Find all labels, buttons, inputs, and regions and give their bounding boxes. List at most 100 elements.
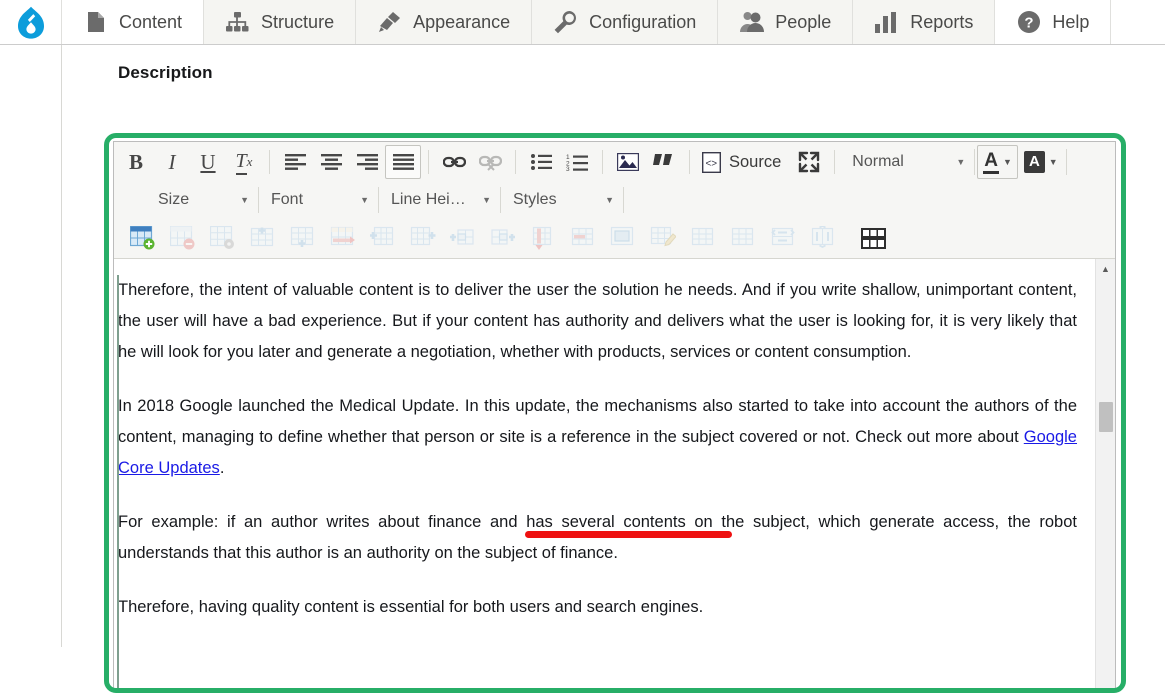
remove-format-button[interactable]: Tx [226,145,262,179]
chevron-down-icon: ▼ [956,157,966,167]
toolbar-divider [974,149,976,175]
toolbar-item-content[interactable]: Content [62,0,205,44]
toolbar-item-label: Appearance [413,11,511,32]
toolbar-divider [500,187,501,213]
table-grid-button[interactable] [854,221,892,255]
toolbar-spacer [1111,0,1165,44]
line-height-value: Line Hei… [391,191,466,208]
toolbar-item-structure[interactable]: Structure [204,0,357,44]
help-circle-icon: ? [1016,10,1041,35]
paragraph-format-select[interactable]: Normal ▼ [842,147,972,177]
toolbar-divider [834,150,836,174]
toolbar-item-appearance[interactable]: Appearance [356,0,533,44]
chevron-down-icon: ▼ [1003,157,1012,167]
ckeditor-editable-area[interactable]: Therefore, the intent of valuable conten… [114,259,1115,691]
editor-scrollbar[interactable]: ▲ [1095,259,1115,691]
chevron-down-icon: ▼ [482,195,491,205]
insert-column-right-button[interactable] [404,221,442,255]
split-cell-horizontally-button[interactable] [764,221,802,255]
page-title: Description [118,63,213,82]
delete-row-button[interactable] [324,221,362,255]
ckeditor: B I U Tx 1 2 3 <> Source Normal ▼ A ▼ A … [113,141,1116,692]
edit-cell-button[interactable] [644,221,682,255]
background-color-button[interactable]: A ▼ [1018,145,1064,179]
justify-button[interactable] [385,145,421,179]
delete-column-button[interactable] [524,221,562,255]
admin-toolbar: Content Structure Appearance Configurati… [0,0,1165,45]
numbered-list-button[interactable]: 123 [559,145,595,179]
text-cursor [117,275,119,691]
toolbar-divider [689,150,690,174]
toolbar-divider [1065,149,1067,175]
red-underline-annotation [525,531,732,538]
toolbar-item-help[interactable]: ? Help [995,0,1112,44]
insert-cell-after-button[interactable] [484,221,522,255]
left-rail [0,45,62,647]
insert-row-above-button[interactable] [244,221,282,255]
unlink-button[interactable] [472,145,508,179]
delete-table-button[interactable] [164,221,202,255]
scrollbar-thumb[interactable] [1099,402,1113,432]
bar-chart-icon [874,10,899,35]
styles-value: Styles [513,191,557,208]
bold-button[interactable]: B [118,145,154,179]
blockquote-button[interactable] [646,145,682,179]
toolbar-item-label: Configuration [589,11,697,32]
merge-cells-button[interactable] [684,221,722,255]
paintbrush-icon [377,10,402,35]
source-button-label[interactable]: Source [729,153,781,172]
ckeditor-toolbar-row-1: B I U Tx 1 2 3 <> Source Normal ▼ A ▼ A … [114,142,1115,182]
paragraph-2-text-before: In 2018 Google launched the Medical Upda… [118,397,1077,447]
maximize-button[interactable] [791,145,827,179]
cell-properties-button[interactable] [604,221,642,255]
font-size-select[interactable]: Size ▼ [148,185,256,215]
toolbar-divider [515,150,516,174]
align-center-button[interactable] [313,145,349,179]
toolbar-item-label: Help [1052,11,1090,32]
insert-table-button[interactable] [124,221,162,255]
toolbar-divider [269,150,270,174]
font-family-value: Font [271,191,304,208]
align-right-button[interactable] [349,145,385,179]
link-button[interactable] [436,145,472,179]
toolbar-item-label: Reports [910,11,974,32]
paragraph-2-text-after: . [219,459,225,478]
table-properties-button[interactable] [204,221,242,255]
toolbar-divider [623,187,624,213]
image-icon[interactable] [610,145,646,179]
source-icon[interactable]: <> [697,145,725,179]
chevron-down-icon: ▼ [605,195,614,205]
description-field-wrap: Description [104,63,1134,92]
chevron-down-icon: ▼ [360,195,369,205]
line-height-select[interactable]: Line Hei… ▼ [381,185,498,215]
paragraph-1: Therefore, the intent of valuable conten… [118,281,1077,362]
drupal-logo[interactable] [0,0,62,44]
paragraph-2: In 2018 Google launched the Medical Upda… [118,391,1077,484]
underline-button[interactable]: U [190,145,226,179]
insert-cell-before-button[interactable] [444,221,482,255]
split-cell-vertically-button[interactable] [804,221,842,255]
ckeditor-toolbar-row-2: Size ▼ Font ▼ Line Hei… ▼ Styles ▼ [114,182,1115,218]
text-color-button[interactable]: A ▼ [977,145,1018,179]
merge-right-button[interactable] [724,221,762,255]
delete-cell-button[interactable] [564,221,602,255]
toolbar-item-configuration[interactable]: Configuration [532,0,719,44]
toolbar-divider [602,150,603,174]
toolbar-item-reports[interactable]: Reports [853,0,996,44]
insert-column-left-button[interactable] [364,221,402,255]
chevron-down-icon: ▼ [1048,157,1058,167]
align-left-button[interactable] [277,145,313,179]
toolbar-item-people[interactable]: People [718,0,854,44]
svg-text:3: 3 [566,166,570,171]
insert-row-below-button[interactable] [284,221,322,255]
toolbar-item-label: People [775,11,832,32]
editor-content[interactable]: Therefore, the intent of valuable conten… [114,259,1095,691]
bulleted-list-button[interactable] [523,145,559,179]
font-family-select[interactable]: Font ▼ [261,185,376,215]
toolbar-divider [428,150,429,174]
ckeditor-toolbar: B I U Tx 1 2 3 <> Source Normal ▼ A ▼ A … [114,142,1115,259]
scroll-up-arrow-icon[interactable]: ▲ [1096,259,1115,278]
italic-button[interactable]: I [154,145,190,179]
styles-select[interactable]: Styles ▼ [503,185,621,215]
sitemap-icon [225,10,250,35]
